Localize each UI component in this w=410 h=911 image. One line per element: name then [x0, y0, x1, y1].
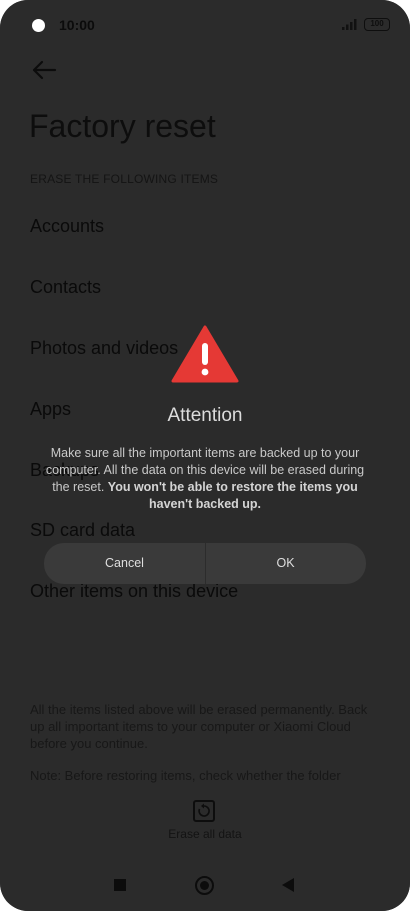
- warning-icon: [171, 325, 239, 383]
- home-button[interactable]: [195, 876, 214, 895]
- erase-icon[interactable]: [193, 800, 215, 822]
- recents-button[interactable]: [114, 879, 126, 891]
- signal-icon: [342, 19, 357, 30]
- list-item-sd-card: SD card data: [30, 520, 136, 540]
- list-item-other: Other items on this device: [30, 581, 239, 601]
- dialog-title: Attention: [167, 405, 243, 426]
- list-item-photos: Photos and videos: [30, 338, 179, 358]
- status-time: 10:00: [59, 17, 95, 33]
- dialog-button-bar: Cancel OK: [44, 543, 366, 584]
- screen: 10:00 100 Factory reset ERASE THE FOLLOW…: [0, 0, 410, 911]
- front-camera: [32, 19, 45, 32]
- nav-back-button[interactable]: [282, 878, 294, 892]
- erase-all-data-button[interactable]: Erase all data: [0, 827, 410, 841]
- ok-button[interactable]: OK: [205, 543, 366, 584]
- page-title: Factory reset: [29, 108, 216, 144]
- dialog-message: Make sure all the important items are ba…: [44, 445, 366, 513]
- battery-icon: 100: [364, 18, 390, 31]
- list-item-accounts: Accounts: [30, 216, 105, 236]
- section-header: ERASE THE FOLLOWING ITEMS: [30, 172, 219, 186]
- footer-note: All the items listed above will be erase…: [30, 702, 368, 751]
- cancel-button[interactable]: Cancel: [44, 543, 205, 584]
- home-dot: [200, 881, 209, 890]
- status-bar: 10:00 100: [0, 12, 410, 38]
- back-arrow-icon[interactable]: [30, 58, 58, 82]
- footer-note-2: Note: Before restoring items, check whet…: [30, 768, 341, 783]
- list-item-contacts: Contacts: [30, 277, 102, 297]
- phone-frame: 10:00 100 Factory reset ERASE THE FOLLOW…: [0, 0, 410, 911]
- dialog-message-warning: You won't be able to restore the items y…: [107, 480, 358, 511]
